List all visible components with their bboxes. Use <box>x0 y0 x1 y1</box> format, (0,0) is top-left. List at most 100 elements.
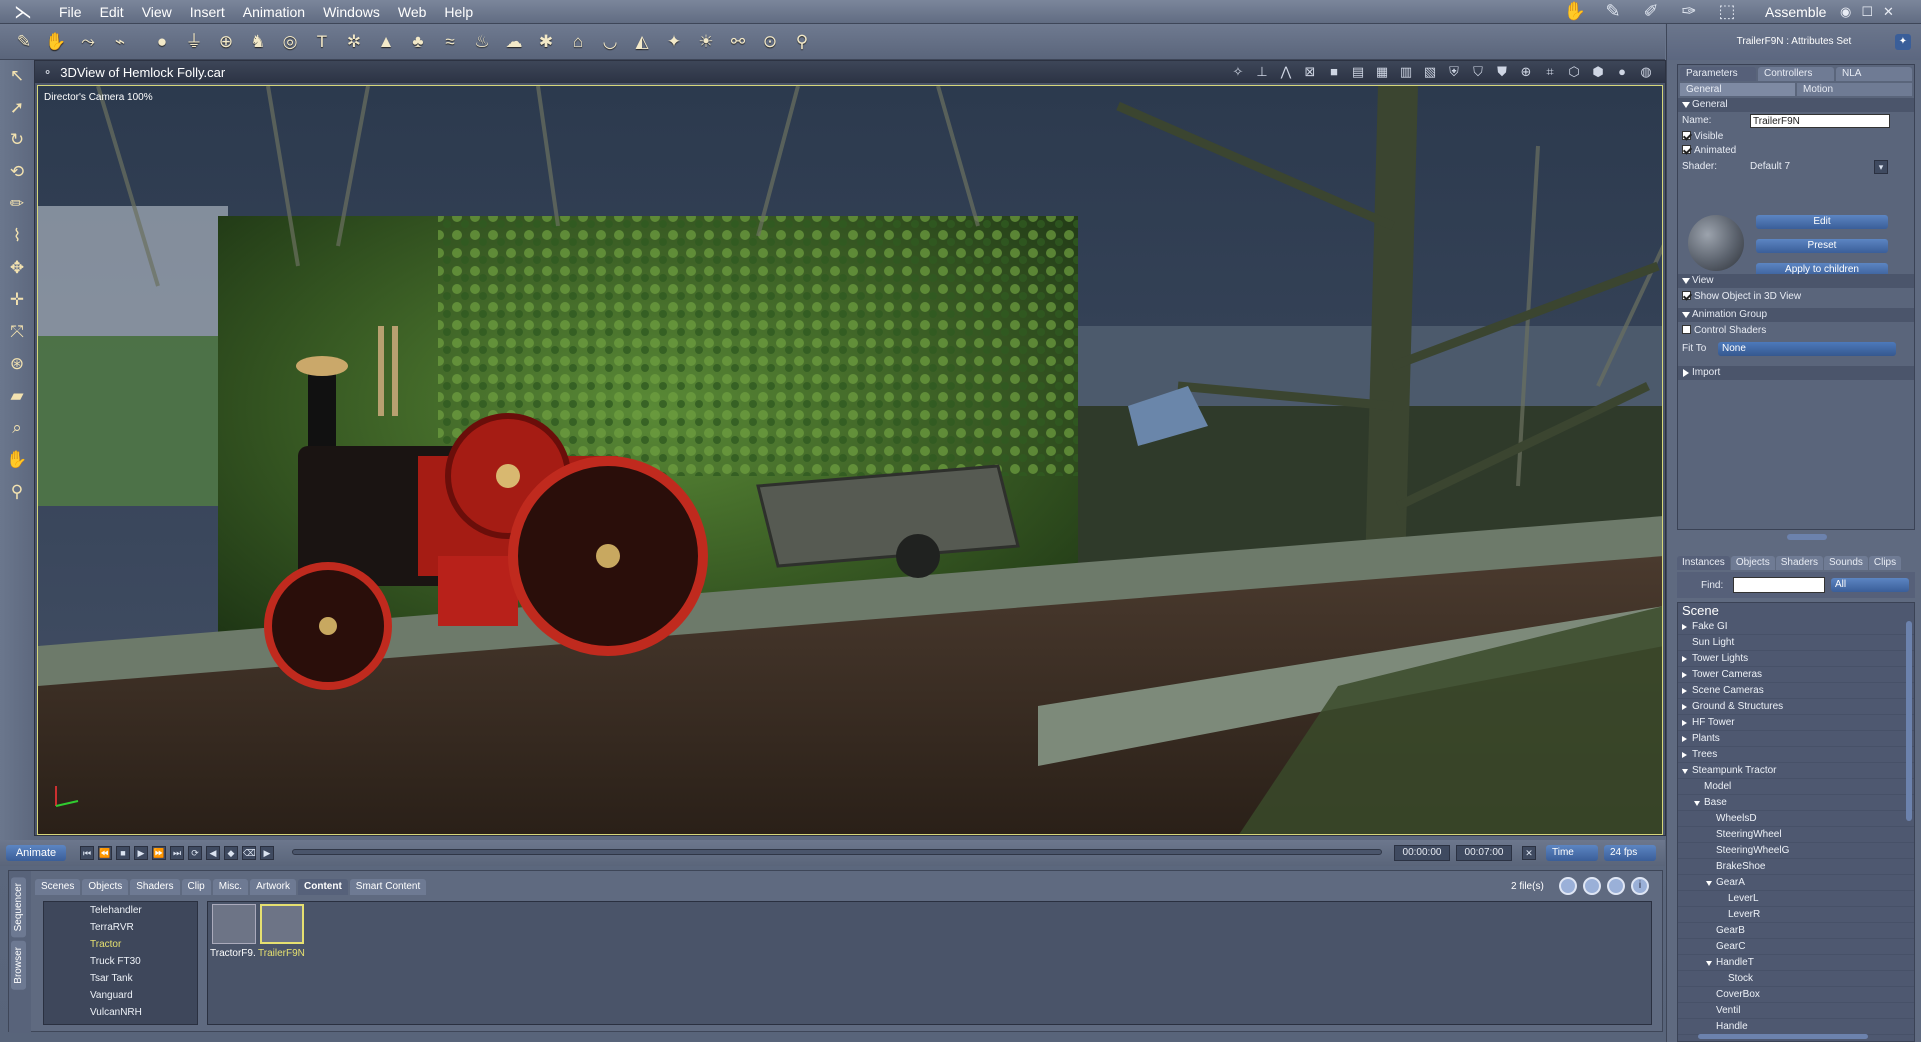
paint-tool-icon[interactable]: ✎ <box>10 28 38 56</box>
tree-item[interactable]: BrakeShoe <box>1678 859 1914 875</box>
layout-single-icon[interactable]: ■ <box>1325 63 1343 81</box>
tab-scenes[interactable]: Scenes <box>35 879 81 895</box>
tree-item[interactable]: Tower Cameras <box>1678 667 1914 683</box>
layout-four-icon[interactable]: ▦ <box>1373 63 1391 81</box>
expanded-arrow-icon[interactable] <box>1706 961 1712 966</box>
twist-icon[interactable]: ⟲ <box>2 158 32 186</box>
ring-icon[interactable]: ◎ <box>276 28 304 56</box>
layout-two-icon[interactable]: ▤ <box>1349 63 1367 81</box>
menu-windows[interactable]: Windows <box>314 0 389 24</box>
tab-smart-content[interactable]: Smart Content <box>349 879 427 895</box>
collapsed-arrow-icon[interactable] <box>1682 624 1687 630</box>
tree-horizontal-scrollbar[interactable] <box>1698 1034 1868 1039</box>
hand-tool-icon[interactable]: ✋ <box>42 28 70 56</box>
select-arrow-icon[interactable]: ↖ <box>2 62 32 90</box>
loop-icon[interactable]: ⟳ <box>188 846 202 860</box>
light-icon[interactable]: ✦ <box>660 28 688 56</box>
fit-to-dropdown[interactable]: None <box>1718 342 1896 356</box>
sphere-icon[interactable]: ● <box>148 28 176 56</box>
go-end-icon[interactable]: ⏭ <box>170 846 184 860</box>
layout-split-icon[interactable]: ▧ <box>1421 63 1439 81</box>
spotlight-icon[interactable]: ◭ <box>628 28 656 56</box>
stop-icon[interactable]: ■ <box>116 846 130 860</box>
info-icon[interactable]: i <box>1631 877 1649 895</box>
hand-room-icon[interactable]: ✋ <box>1560 0 1590 22</box>
shader-dropdown-icon[interactable]: ▾ <box>1874 160 1888 174</box>
fit-icon[interactable]: ⊠ <box>1301 63 1319 81</box>
collapsed-arrow-icon[interactable] <box>1682 720 1687 726</box>
tree-item[interactable]: Stock <box>1678 971 1914 987</box>
tab-shaders[interactable]: Shaders <box>1775 556 1823 570</box>
tab-misc[interactable]: Misc. <box>212 879 249 895</box>
wireframe-icon[interactable]: ⋀ <box>1277 63 1295 81</box>
pin-icon[interactable]: ✦ <box>1895 34 1911 50</box>
cone-icon[interactable]: ⏚ <box>180 28 208 56</box>
texture-icon[interactable]: ▰ <box>2 382 32 410</box>
menu-file[interactable]: File <box>50 0 91 24</box>
menu-view[interactable]: View <box>133 0 181 24</box>
tree-item[interactable]: Ground & Structures <box>1678 699 1914 715</box>
move-arrow-icon[interactable]: ➚ <box>2 94 32 122</box>
find-filter-dropdown[interactable]: All <box>1831 578 1909 592</box>
close-icon[interactable]: ✕ <box>1883 0 1894 24</box>
pan-hand-icon[interactable]: ✋ <box>2 446 32 474</box>
tree-icon[interactable]: ✱ <box>532 28 560 56</box>
maximize-icon[interactable]: ☐ <box>1861 0 1873 24</box>
sphere-render-icon[interactable]: ◍ <box>1637 63 1655 81</box>
tree-item[interactable]: Base <box>1678 795 1914 811</box>
texture-room-icon[interactable]: ✑ <box>1674 0 1704 22</box>
tree-item[interactable]: LeverR <box>1678 907 1914 923</box>
play-icon[interactable]: ▶ <box>134 846 148 860</box>
tab-controllers[interactable]: Controllers <box>1758 67 1834 81</box>
show-object-checkbox[interactable] <box>1682 291 1691 300</box>
time-mode-dropdown[interactable]: Time <box>1546 845 1598 861</box>
close-time-icon[interactable]: ✕ <box>1522 846 1536 860</box>
tab-artwork[interactable]: Artwork <box>250 879 296 895</box>
tab-content[interactable]: Content <box>298 879 348 895</box>
tab-sounds[interactable]: Sounds <box>1823 556 1868 570</box>
tree-item[interactable]: CoverBox <box>1678 987 1914 1003</box>
collapsed-arrow-icon[interactable] <box>1682 736 1687 742</box>
3d-viewport[interactable]: Director's Camera 100% <box>37 85 1663 835</box>
view-medium-icon[interactable] <box>1583 877 1601 895</box>
control-shaders-row[interactable]: Control Shaders <box>1678 322 1914 340</box>
compass-icon[interactable]: ⊕ <box>1517 63 1535 81</box>
collapsed-arrow-icon[interactable] <box>1682 752 1687 758</box>
tree-item[interactable]: Plants <box>1678 731 1914 747</box>
tree-item[interactable]: Sun Light <box>1678 635 1914 651</box>
prev-key-icon[interactable]: ◀ <box>206 846 220 860</box>
expanded-arrow-icon[interactable] <box>1706 881 1712 886</box>
tree-item[interactable]: SteeringWheel <box>1678 827 1914 843</box>
globe-icon[interactable]: ⊕ <box>212 28 240 56</box>
trailer-thumbnail[interactable] <box>260 904 304 944</box>
menu-insert[interactable]: Insert <box>181 0 234 24</box>
bowl-icon[interactable]: ◡ <box>596 28 624 56</box>
animated-row[interactable]: Animated <box>1678 144 1914 158</box>
list-item[interactable]: Tsar Tank <box>44 970 197 987</box>
collapsed-arrow-icon[interactable] <box>1682 656 1687 662</box>
fps-dropdown[interactable]: 24 fps <box>1604 845 1656 861</box>
layout-three-icon[interactable]: ▥ <box>1397 63 1415 81</box>
camera-icon[interactable]: ⌕ <box>2 414 32 442</box>
pencil-icon[interactable]: ✏ <box>2 190 32 218</box>
eyedropper-icon[interactable]: ⌇ <box>2 222 32 250</box>
general-section[interactable]: General <box>1678 98 1914 112</box>
fire-icon[interactable]: ♨ <box>468 28 496 56</box>
tree-item[interactable]: WheelsD <box>1678 811 1914 827</box>
view-small-icon[interactable] <box>1559 877 1577 895</box>
collapsed-arrow-icon[interactable] <box>1682 672 1687 678</box>
tab-objects[interactable]: Objects <box>82 879 129 895</box>
tractor-thumbnail[interactable] <box>212 904 256 944</box>
tree-item[interactable]: HandleT <box>1678 955 1914 971</box>
tree-item[interactable]: Trees <box>1678 747 1914 763</box>
rewind-icon[interactable]: ⏪ <box>98 846 112 860</box>
bone-icon[interactable]: ⚲ <box>788 28 816 56</box>
menu-help[interactable]: Help <box>435 0 482 24</box>
pin-icon[interactable]: ⊥ <box>1253 63 1271 81</box>
scene-root[interactable]: Scene <box>1678 603 1914 619</box>
tab-motion[interactable]: Motion <box>1797 83 1912 96</box>
target-icon[interactable]: ⊙ <box>756 28 784 56</box>
cube-icon[interactable]: ⬡ <box>1565 63 1583 81</box>
timeline-slider[interactable] <box>292 849 1382 855</box>
shield-alt-icon[interactable]: ⛉ <box>1469 63 1487 81</box>
